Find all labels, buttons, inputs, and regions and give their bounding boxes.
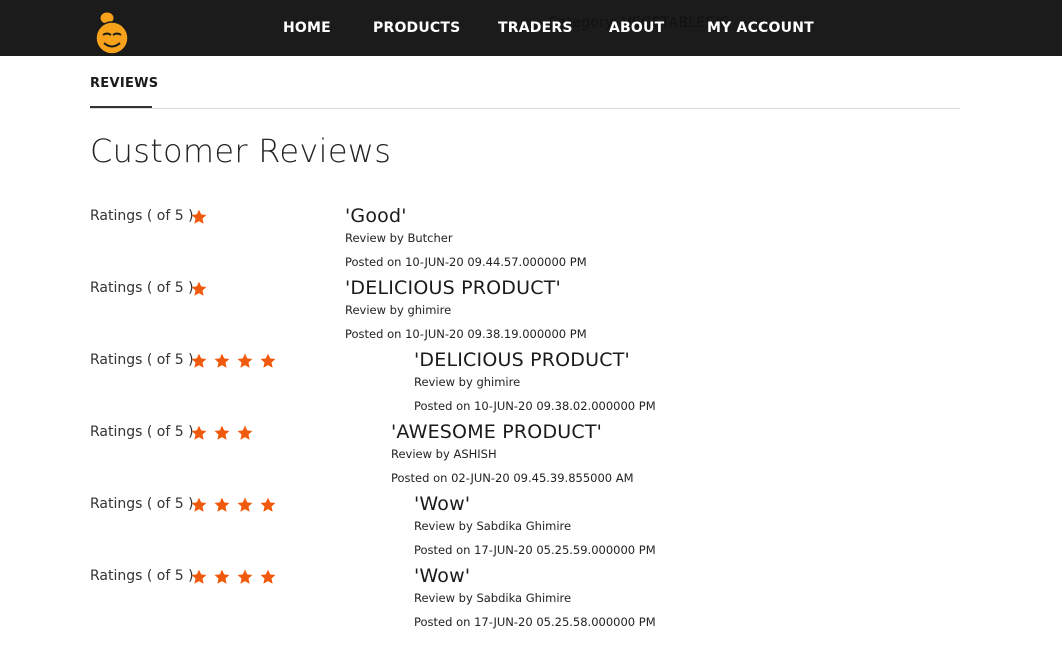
review-author: Review by Butcher bbox=[345, 231, 453, 245]
review-title: 'DELICIOUS PRODUCT' bbox=[345, 277, 561, 299]
review-author: Review by ASHISH bbox=[391, 447, 497, 461]
review-author: Review by ghimire bbox=[345, 303, 452, 317]
star-rating bbox=[191, 569, 276, 585]
review-title: 'DELICIOUS PRODUCT' bbox=[414, 349, 630, 371]
star-icon bbox=[237, 353, 253, 368]
review-title: 'Wow' bbox=[414, 493, 471, 515]
review-date: Posted on 17-JUN-20 05.25.58.000000 PM bbox=[414, 615, 656, 629]
review-author: Review by Sabdika Ghimire bbox=[414, 519, 572, 533]
star-rating bbox=[191, 281, 207, 297]
rating-label: Ratings ( of 5 ) bbox=[90, 208, 194, 224]
review-author: Review by ghimire bbox=[414, 375, 521, 389]
star-rating bbox=[191, 209, 207, 225]
star-icon bbox=[191, 497, 207, 512]
chef-smiley-logo-icon[interactable] bbox=[92, 11, 130, 56]
star-icon bbox=[214, 497, 230, 512]
review-date: Posted on 10-JUN-20 09.38.19.000000 PM bbox=[345, 327, 587, 341]
star-rating bbox=[191, 353, 276, 369]
star-icon bbox=[214, 425, 230, 440]
review-title: 'AWESOME PRODUCT' bbox=[391, 421, 603, 443]
star-icon bbox=[214, 569, 230, 584]
star-icon bbox=[260, 497, 276, 512]
nav-traders-link[interactable]: TRADERS bbox=[498, 20, 573, 36]
top-navbar: Category: VEGETABLES/C HOME PRODUCTS TRA… bbox=[0, 0, 1062, 56]
review-title: 'Good' bbox=[345, 205, 407, 227]
star-icon bbox=[237, 497, 253, 512]
nav-about-link[interactable]: ABOUT bbox=[609, 20, 664, 36]
star-icon bbox=[191, 209, 207, 224]
review-title: 'Wow' bbox=[414, 565, 471, 587]
star-rating bbox=[191, 497, 276, 513]
star-icon bbox=[237, 569, 253, 584]
rating-label: Ratings ( of 5 ) bbox=[90, 424, 194, 440]
page-title: Customer Reviews bbox=[90, 132, 392, 170]
rating-label: Ratings ( of 5 ) bbox=[90, 280, 194, 296]
star-icon bbox=[191, 353, 207, 368]
review-date: Posted on 02-JUN-20 09.45.39.855000 AM bbox=[391, 471, 634, 485]
rating-label: Ratings ( of 5 ) bbox=[90, 352, 194, 368]
review-date: Posted on 10-JUN-20 09.38.02.000000 PM bbox=[414, 399, 656, 413]
star-icon bbox=[260, 569, 276, 584]
review-date: Posted on 10-JUN-20 09.44.57.000000 PM bbox=[345, 255, 587, 269]
tab-divider bbox=[90, 108, 960, 109]
star-icon bbox=[260, 353, 276, 368]
review-date: Posted on 17-JUN-20 05.25.59.000000 PM bbox=[414, 543, 656, 557]
star-icon bbox=[191, 281, 207, 296]
nav-home-link[interactable]: HOME bbox=[283, 20, 331, 36]
star-rating bbox=[191, 425, 253, 441]
nav-my-account-link[interactable]: MY ACCOUNT bbox=[707, 20, 814, 36]
review-author: Review by Sabdika Ghimire bbox=[414, 591, 572, 605]
star-icon bbox=[191, 569, 207, 584]
rating-label: Ratings ( of 5 ) bbox=[90, 568, 194, 584]
nav-products-link[interactable]: PRODUCTS bbox=[373, 20, 460, 36]
rating-label: Ratings ( of 5 ) bbox=[90, 496, 194, 512]
tab-reviews[interactable]: REVIEWS bbox=[90, 76, 158, 91]
star-icon bbox=[237, 425, 253, 440]
star-icon bbox=[191, 425, 207, 440]
star-icon bbox=[214, 353, 230, 368]
